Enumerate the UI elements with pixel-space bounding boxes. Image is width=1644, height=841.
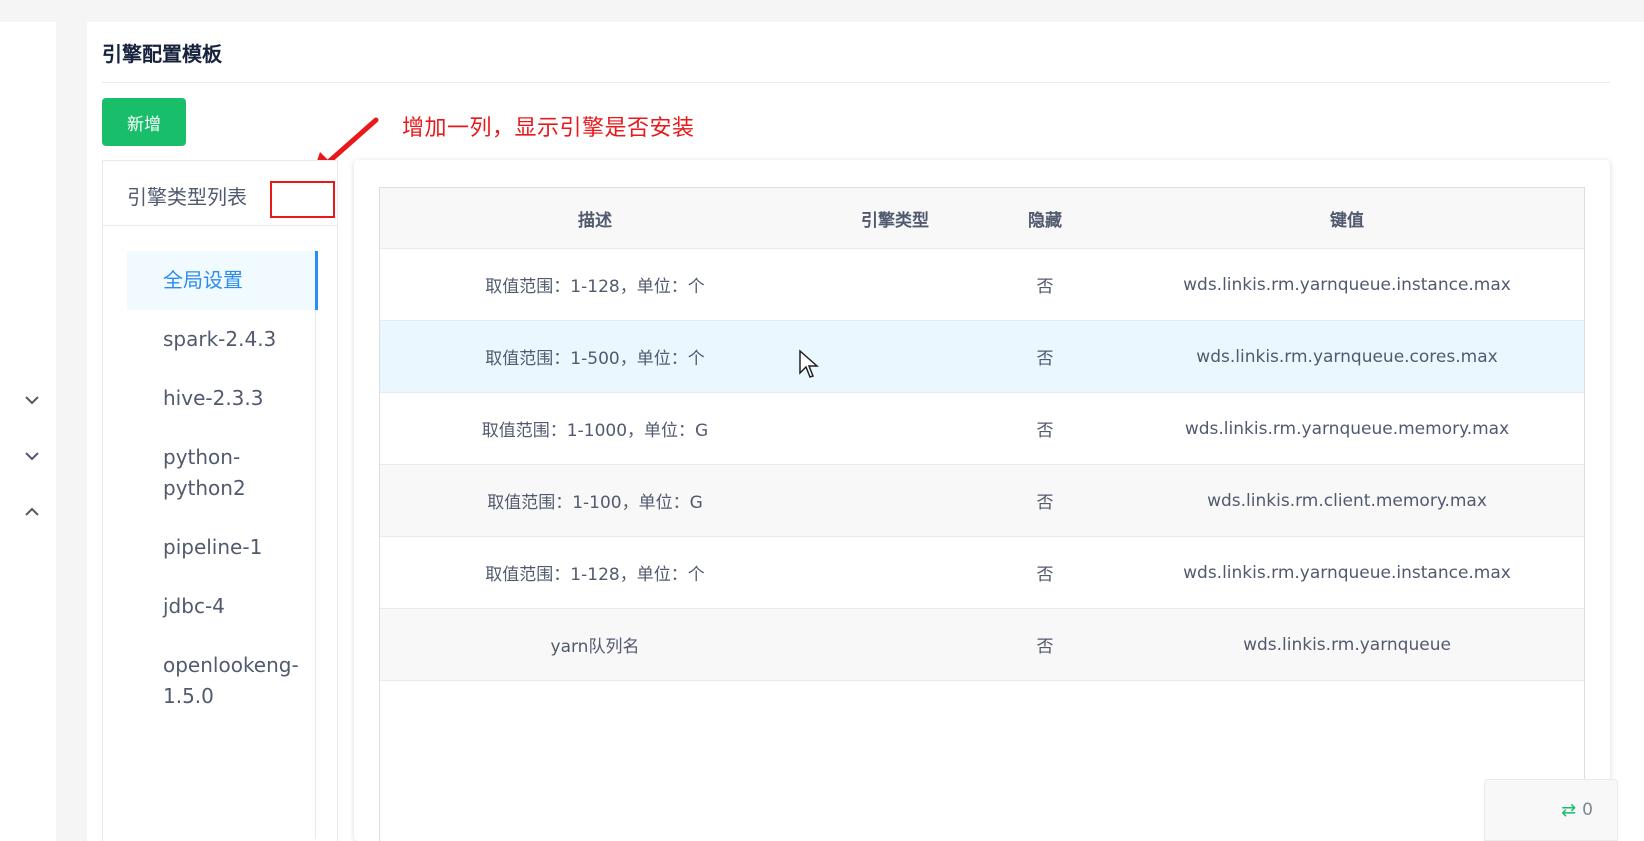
- cell-key: wds.linkis.rm.yarnqueue.cores.max: [1196, 346, 1498, 367]
- engine-panel-title: 引擎类型列表: [127, 185, 247, 209]
- column-header-hidden: 隐藏: [1028, 210, 1062, 231]
- chevron-up-icon[interactable]: [22, 502, 42, 522]
- chevron-down-icon[interactable]: [22, 446, 42, 466]
- config-table: 描述 引擎类型 隐藏 键值 取值范围：1-128，单位：个 否 wds.link…: [379, 187, 1585, 841]
- engine-item-openlookeng[interactable]: openlookeng-1.5.0: [127, 636, 299, 726]
- cell-key: wds.linkis.rm.yarnqueue.memory.max: [1184, 418, 1510, 439]
- chevron-down-icon[interactable]: [22, 390, 42, 410]
- cell-hidden: 否: [1036, 493, 1054, 513]
- table-row[interactable]: 取值范围：1-500，单位：个 否 wds.linkis.rm.yarnqueu…: [380, 321, 1584, 393]
- engine-type-panel: 引擎类型列表 全局设置 spark-2.4.3 hive-2.3.3 pytho…: [102, 160, 338, 841]
- cell-description: 取值范围：1-128，单位：个: [485, 277, 705, 297]
- table-row[interactable]: 取值范围：1-128，单位：个 否 wds.linkis.rm.yarnqueu…: [380, 537, 1584, 609]
- table-header: 描述 引擎类型 隐藏 键值: [380, 188, 1584, 249]
- column-header-engine-type: 引擎类型: [861, 210, 929, 231]
- left-sidebar: [0, 22, 56, 841]
- cell-hidden: 否: [1036, 565, 1054, 585]
- engine-item-hive[interactable]: hive-2.3.3: [127, 369, 283, 428]
- cell-description: yarn队列名: [550, 637, 640, 657]
- cell-key: wds.linkis.rm.client.memory.max: [1207, 490, 1487, 511]
- add-button[interactable]: 新增: [102, 98, 186, 146]
- engine-item-python[interactable]: python-python2: [127, 428, 283, 518]
- page-title: 引擎配置模板: [102, 42, 222, 66]
- engine-menu: 全局设置 spark-2.4.3 hive-2.3.3 python-pytho…: [127, 251, 318, 839]
- engine-item-jdbc[interactable]: jdbc-4: [127, 577, 283, 636]
- cell-hidden: 否: [1036, 349, 1054, 369]
- column-header-description: 描述: [578, 210, 612, 231]
- cell-hidden: 否: [1036, 421, 1054, 441]
- cell-key: wds.linkis.rm.yarnqueue.instance.max: [1183, 562, 1511, 583]
- column-header-key: 键值: [1330, 210, 1364, 231]
- cell-hidden: 否: [1036, 637, 1054, 657]
- cell-description: 取值范围：1-128，单位：个: [485, 565, 705, 585]
- mouse-cursor-icon: [799, 349, 819, 378]
- cell-description: 取值范围：1-100，单位：G: [487, 493, 703, 513]
- panel-divider: [103, 225, 337, 226]
- table-row[interactable]: 取值范围：1-128，单位：个 否 wds.linkis.rm.yarnqueu…: [380, 249, 1584, 321]
- config-table-card: 描述 引擎类型 隐藏 键值 取值范围：1-128，单位：个 否 wds.link…: [354, 160, 1610, 841]
- counter-value: 0: [1582, 800, 1593, 820]
- table-row[interactable]: 取值范围：1-100，单位：G 否 wds.linkis.rm.client.m…: [380, 465, 1584, 537]
- cell-description: 取值范围：1-1000，单位：G: [481, 421, 709, 441]
- swap-arrows-icon: ⇄: [1561, 799, 1577, 821]
- engine-item-pipeline[interactable]: pipeline-1: [127, 518, 283, 577]
- table-row[interactable]: yarn队列名 否 wds.linkis.rm.yarnqueue: [380, 609, 1584, 681]
- cell-hidden: 否: [1036, 277, 1054, 297]
- cell-description: 取值范围：1-500，单位：个: [485, 349, 705, 369]
- floating-counter-widget[interactable]: ⇄ 0: [1484, 779, 1618, 841]
- annotation-highlight-box: [270, 181, 335, 218]
- cell-key: wds.linkis.rm.yarnqueue: [1243, 634, 1451, 655]
- engine-item-global-settings[interactable]: 全局设置: [127, 251, 318, 310]
- cell-key: wds.linkis.rm.yarnqueue.instance.max: [1183, 274, 1511, 295]
- engine-item-spark[interactable]: spark-2.4.3: [127, 310, 283, 369]
- title-divider: [102, 82, 1610, 83]
- table-row[interactable]: 取值范围：1-1000，单位：G 否 wds.linkis.rm.yarnque…: [380, 393, 1584, 465]
- annotation-text: 增加一列，显示引擎是否安装: [402, 116, 695, 141]
